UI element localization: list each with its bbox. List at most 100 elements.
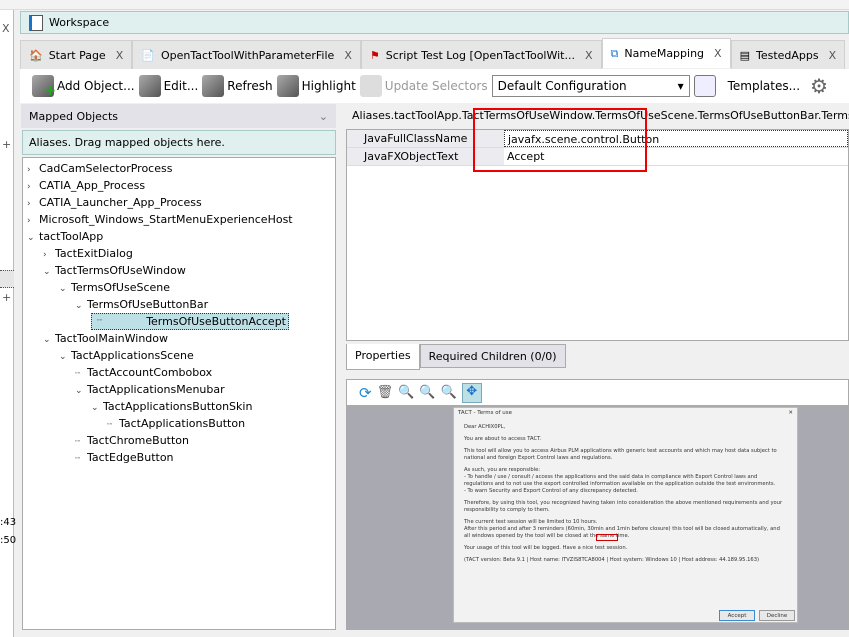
close-icon[interactable]: X	[2, 22, 10, 35]
tree-node-label: tactToolApp	[39, 230, 104, 243]
tree-node[interactable]: › Microsoft_Windows_StartMenuExperienceHo…	[27, 211, 293, 228]
accept-button: Accept	[719, 610, 755, 621]
add-object-button[interactable]: + Add Object...	[32, 75, 135, 99]
close-icon[interactable]: X	[714, 47, 722, 60]
tree-node-label: TactApplicationsScene	[71, 349, 194, 362]
toolbar: + Add Object... Edit... Refresh Highlight…	[20, 69, 849, 103]
tree-node-label: TermsOfUseButtonAccept	[146, 315, 286, 328]
tree-node[interactable]: ┈ TactAccountCombobox	[75, 364, 212, 381]
workspace-title: Workspace	[49, 16, 110, 29]
plus-icon[interactable]: +	[2, 138, 11, 151]
tree-node[interactable]: ⌄ TermsOfUseScene	[59, 279, 170, 296]
label: Update Selectors	[384, 79, 488, 93]
gear-icon[interactable]: ⚙	[810, 74, 828, 98]
tree-node-label: CATIA_Launcher_App_Process	[39, 196, 202, 209]
close-icon[interactable]: X	[829, 49, 837, 62]
zoom-reset-icon[interactable]: 🔍	[440, 385, 456, 400]
aliases-hint: Aliases. Drag mapped objects here.	[29, 136, 225, 149]
chevron-down-icon[interactable]: ⌄	[43, 264, 55, 281]
tree-node[interactable]: ⌄ TermsOfUseButtonBar	[75, 296, 208, 313]
document-icon: 📄	[141, 48, 155, 62]
tree-node-label: Microsoft_Windows_StartMenuExperienceHos…	[39, 213, 293, 226]
tree-node-label: TactExitDialog	[55, 247, 133, 260]
refresh-icon[interactable]: ⟳	[359, 384, 372, 402]
tree-node-label: TactTermsOfUseWindow	[55, 264, 186, 277]
tree-node[interactable]: ┈ TactApplicationsButton	[107, 415, 245, 432]
label: Templates...	[727, 79, 801, 93]
highlight-annotation	[596, 534, 618, 541]
chevron-down-icon[interactable]: ⌄	[43, 332, 55, 349]
tab-label: Script Test Log [OpenTactToolWit...	[385, 48, 575, 62]
tab-label: TestedApps	[756, 48, 819, 62]
tree-node[interactable]: › CadCamSelectorProcess	[27, 160, 172, 177]
edit-icon	[138, 75, 161, 97]
chevron-down-icon[interactable]: ⌄	[27, 230, 39, 247]
tree-node[interactable]: ⌄ TactApplicationsButtonSkin	[91, 398, 252, 415]
tree-node-label: CadCamSelectorProcess	[39, 162, 173, 175]
tree-line-icon: ┈	[75, 454, 81, 464]
collapse-icon[interactable]: ⌄	[319, 110, 328, 123]
tree-node[interactable]: ⌄ TactApplicationsScene	[59, 347, 194, 364]
tree-node[interactable]: ┈ TermsOfUseButtonAccept	[91, 313, 289, 330]
fit-icon[interactable]: ✥	[461, 382, 482, 403]
terms-of-use-dialog-image: TACT - Terms of use ✕ Dear ACHIX0PL, You a…	[453, 407, 798, 623]
delete-icon[interactable]: 🗑	[377, 385, 394, 400]
close-icon[interactable]: X	[116, 49, 124, 62]
aliases-drop-area[interactable]: Aliases. Drag mapped objects here.	[22, 130, 336, 155]
dialog-paragraph: The current test session will be limited…	[464, 519, 780, 539]
tree-node[interactable]: ⌄ tactToolApp	[27, 228, 103, 245]
dialog-paragraph: Your usage of this tool will be logged. …	[464, 545, 628, 551]
dialog-paragraph: Therefore, by using this tool, you recog…	[464, 500, 783, 513]
top-strip	[0, 0, 849, 10]
tree-node[interactable]: ┈ TactEdgeButton	[75, 449, 174, 466]
chevron-down-icon[interactable]: ⌄	[91, 400, 103, 417]
chevron-down-icon[interactable]: ⌄	[75, 383, 87, 400]
tab-required-children[interactable]: Required Children (0/0)	[419, 344, 566, 368]
tree-node[interactable]: ⌄ TactToolMainWindow	[43, 330, 168, 347]
label: Edit...	[163, 79, 199, 93]
tree-node[interactable]: › CATIA_App_Process	[27, 177, 145, 194]
tree-node[interactable]: › CATIA_Launcher_App_Process	[27, 194, 202, 211]
dialog-paragraph: This tool will allow you to access Airbu…	[464, 448, 777, 461]
add-object-icon: +	[32, 75, 56, 99]
tree-node-label: CATIA_App_Process	[39, 179, 146, 192]
tree-node[interactable]: ⌄ TactTermsOfUseWindow	[43, 262, 186, 279]
tree-node[interactable]: ┈ TactChromeButton	[75, 432, 189, 449]
tab-start-page[interactable]: 🏠 Start Page X	[20, 40, 133, 69]
mapped-objects-tree: › CadCamSelectorProcess › CATIA_App_Process…	[22, 157, 336, 630]
zoom-in-icon[interactable]: 🔍	[398, 385, 414, 400]
tab-open-tact-tool[interactable]: 📄 OpenTactToolWithParameterFile X	[132, 40, 361, 69]
zoom-out-icon[interactable]: 🔍	[419, 385, 435, 400]
tab-properties[interactable]: Properties	[346, 344, 420, 370]
chevron-down-icon[interactable]: ⌄	[59, 349, 71, 366]
highlight-button[interactable]: Highlight	[276, 75, 356, 97]
plus-icon[interactable]: +	[2, 291, 11, 304]
dialog-paragraph: As such, you are responsible: - To handl…	[464, 467, 776, 494]
chevron-down-icon[interactable]: ⌄	[59, 281, 71, 298]
tree-node-label: TermsOfUseButtonBar	[87, 298, 209, 311]
highlight-annotation	[473, 108, 647, 172]
tree-node-label: TactEdgeButton	[87, 451, 174, 464]
map-refresh-icon[interactable]	[693, 75, 716, 97]
workspace-bar: Workspace	[20, 11, 849, 34]
tab-namemapping[interactable]: ⧉ NameMapping X	[601, 38, 731, 68]
tree-node-label: TactChromeButton	[87, 434, 189, 447]
tree-node[interactable]: ⌄ TactApplicationsMenubar	[75, 381, 225, 398]
close-icon[interactable]: X	[585, 49, 593, 62]
tab-label: OpenTactToolWithParameterFile	[160, 48, 335, 62]
dialog-paragraph: Dear ACHIX0PL,	[464, 424, 506, 430]
close-icon[interactable]: X	[344, 49, 352, 62]
tree-node[interactable]: › TactExitDialog	[43, 245, 133, 262]
update-selectors-button[interactable]: Update Selectors	[359, 75, 488, 97]
tab-script-test-log[interactable]: ⚑ Script Test Log [OpenTactToolWit... X	[360, 40, 602, 69]
label: Highlight	[301, 79, 356, 93]
tree-node-label: TactAccountCombobox	[87, 366, 213, 379]
tab-tested-apps[interactable]: ▤ TestedApps X	[730, 40, 846, 69]
refresh-icon	[202, 75, 225, 97]
chevron-down-icon[interactable]: ⌄	[75, 298, 87, 315]
templates-button[interactable]: Templates...	[728, 79, 800, 93]
close-icon: ✕	[788, 410, 793, 416]
edit-button[interactable]: Edit...	[138, 75, 199, 97]
refresh-button[interactable]: Refresh	[202, 75, 273, 97]
configuration-select[interactable]: Default Configuration ▾	[491, 75, 690, 97]
